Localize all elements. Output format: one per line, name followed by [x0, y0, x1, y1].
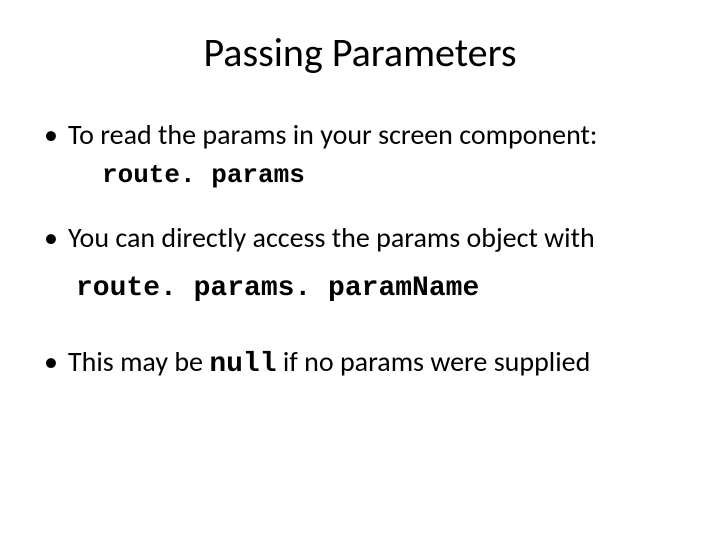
- bullet-2: You can directly access the params objec…: [40, 220, 680, 255]
- slide: Passing Parameters To read the params in…: [0, 0, 720, 540]
- bullet-2-text: You can directly access the params objec…: [68, 220, 595, 255]
- bullet-1: To read the params in your screen compon…: [40, 117, 680, 152]
- code-snippet-2: route. params. paramName: [76, 273, 680, 304]
- inline-code-null: null: [209, 349, 276, 380]
- slide-title: Passing Parameters: [40, 28, 680, 77]
- bullet-list: To read the params in your screen compon…: [40, 117, 680, 152]
- bullet-3-post: if no params were supplied: [277, 344, 591, 379]
- bullet-3: This may be null if no params were suppl…: [40, 344, 680, 382]
- bullet-list-3: This may be null if no params were suppl…: [40, 344, 680, 382]
- bullet-list-2: You can directly access the params objec…: [40, 220, 680, 255]
- bullet-3-pre: This may be: [68, 344, 209, 379]
- bullet-1-text: To read the params in your screen compon…: [68, 117, 597, 152]
- code-snippet-1: route. params: [102, 160, 680, 190]
